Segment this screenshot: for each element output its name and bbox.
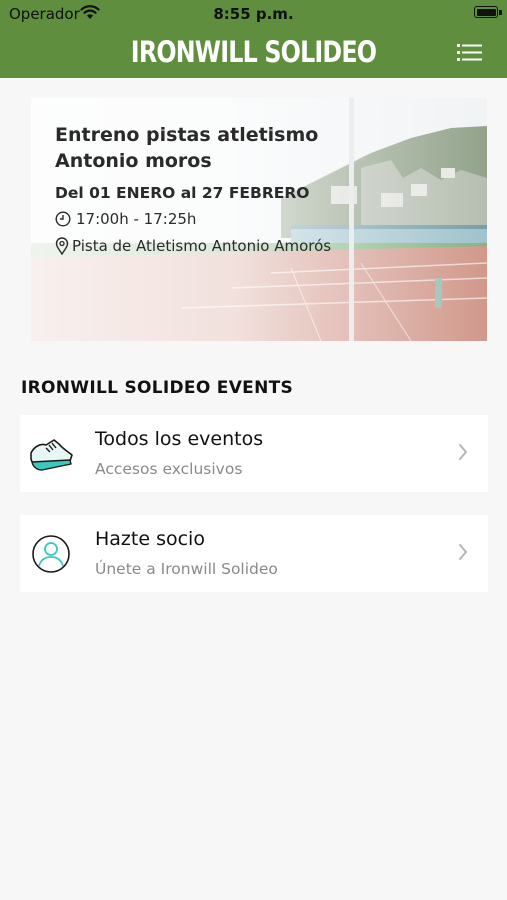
clock-icon [55, 211, 71, 227]
chevron-right-icon [459, 444, 467, 460]
running-shoe-icon [30, 439, 73, 471]
all-events-card[interactable]: Todos los eventos Accesos exclusivos [20, 415, 488, 492]
all-events-title: Todos los eventos [95, 428, 264, 450]
event-banner[interactable]: Entreno pistas atletismo Antonio moros D… [31, 98, 487, 341]
become-member-card[interactable]: Hazte socio Únete a Ironwill Solideo [20, 515, 488, 592]
event-time: 17:00h - 17:25h [76, 210, 197, 228]
event-time-row: 17:00h - 17:25h [55, 210, 196, 228]
event-location-row: Pista de Atletismo Antonio Amorós [55, 237, 331, 255]
event-location: Pista de Atletismo Antonio Amorós [72, 237, 332, 255]
battery-tip [499, 10, 502, 15]
event-title-line1: Entreno pistas atletismo [55, 124, 319, 146]
all-events-subtitle: Accesos exclusivos [95, 460, 243, 478]
battery-icon [474, 6, 498, 18]
become-member-subtitle: Únete a Ironwill Solideo [95, 560, 278, 578]
app-title: IRONWILL SOLIDEO [130, 35, 377, 69]
section-title: IRONWILL SOLIDEO EVENTS [21, 378, 294, 398]
clock: 8:55 p.m. [213, 5, 294, 23]
location-pin-icon [55, 237, 69, 255]
event-title: Entreno pistas atletismo Antonio moros [55, 122, 365, 174]
status-bar: Operador 8:55 p.m. [0, 0, 507, 28]
become-member-title: Hazte socio [95, 528, 205, 550]
chevron-right-icon [459, 544, 467, 560]
event-title-line2: Antonio moros [55, 150, 212, 172]
event-dates: Del 01 ENERO al 27 FEBRERO [55, 184, 310, 202]
menu-icon[interactable] [457, 43, 482, 62]
app-header: Operador 8:55 p.m. IRONWILL SOLIDEO [0, 0, 507, 78]
user-circle-icon [32, 535, 70, 573]
